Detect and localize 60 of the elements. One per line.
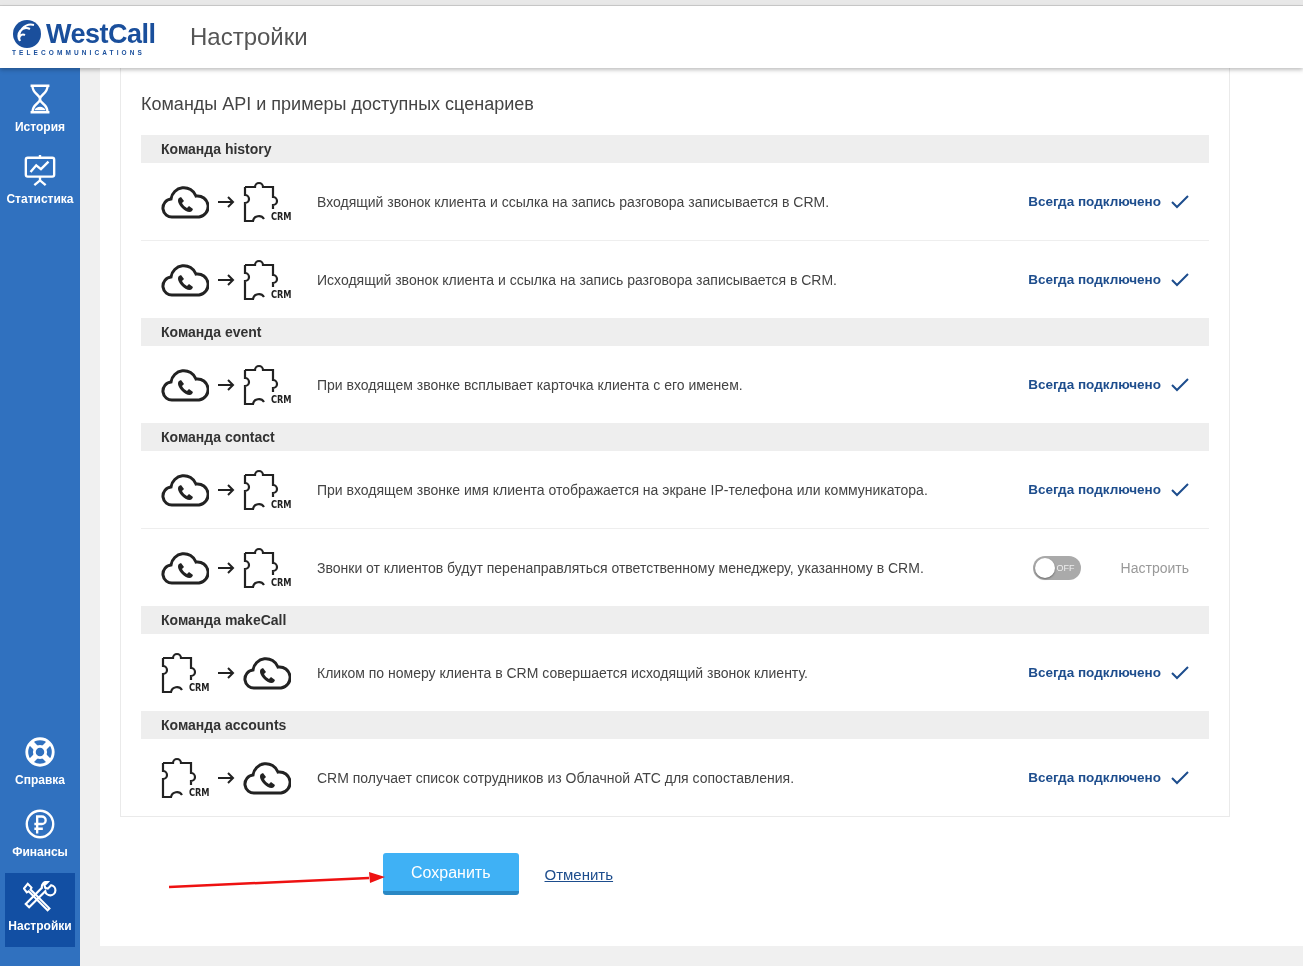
cloud-phone-icon [161, 183, 209, 220]
arrow-icon [217, 561, 235, 574]
cloud-phone-icon [243, 654, 291, 691]
sidebar-item[interactable]: Финансы [5, 801, 75, 867]
section-heading: Команда contact [141, 423, 1209, 451]
check-icon [1171, 272, 1189, 287]
crm-label: CRM [188, 680, 209, 694]
status-label: Всегда подключено [1028, 770, 1161, 785]
crm-label: CRM [270, 287, 291, 301]
card-title: Команды API и примеры доступных сценариев [141, 94, 535, 115]
arrow-icon [217, 378, 235, 391]
check-icon [1171, 482, 1189, 497]
check-icon [1171, 194, 1189, 209]
sidebar-item[interactable]: Статистика [5, 148, 75, 214]
status-label: Всегда подключено [1028, 665, 1161, 680]
arrow-icon [217, 195, 235, 208]
logo-icon [12, 18, 44, 49]
cloud-phone-icon [161, 261, 209, 298]
scenario-description: Входящий звонок клиента и ссылка на запись разговора записывается в CRM. [317, 193, 831, 210]
cloud-phone-icon [243, 759, 291, 796]
crm-label: CRM [270, 497, 291, 511]
scenario-description: При входящем звонке имя клиента отображается на экране IP-телефона или коммуникатора. [317, 481, 929, 498]
arrow-icon [217, 666, 235, 679]
check-icon [1171, 770, 1189, 785]
crm-label: CRM [270, 209, 291, 223]
section-heading: Команда accounts [141, 711, 1209, 739]
section-heading: Команда makeCall [141, 606, 1209, 634]
status-label: Всегда подключено [1028, 482, 1161, 497]
page-title: Настройки [190, 23, 308, 51]
cloud-phone-icon [161, 471, 209, 508]
status-label: Всегда подключено [1028, 272, 1161, 287]
scenario-description: CRM получает список сотрудников из Облачной АТС для сопоставления. [317, 769, 796, 786]
status-label: Всегда подключено [1028, 377, 1161, 392]
cloud-phone-icon [161, 366, 209, 403]
tools-icon [23, 881, 57, 915]
chart-board-icon [23, 154, 57, 188]
status-label: Всегда подключено [1028, 194, 1161, 209]
sidebar-item[interactable]: Настройки [5, 873, 75, 947]
scenario-description: Звонки от клиентов будут перенаправляться ответственному менеджеру, указанному в CRM. [317, 559, 925, 576]
section-heading: Команда event [141, 318, 1209, 346]
cancel-link[interactable]: Отменить [544, 865, 614, 883]
sidebar-item[interactable]: История [5, 76, 75, 142]
lifebuoy-icon [23, 735, 57, 769]
logo-name: WestCall [46, 19, 156, 48]
scenario-description: При входящем звонке всплывает карточка клиента с его именем. [317, 376, 744, 393]
cloud-phone-icon [161, 549, 209, 586]
check-icon [1171, 377, 1189, 392]
sidebar-item[interactable]: Справка [5, 729, 75, 795]
arrow-icon [217, 771, 235, 784]
arrow-icon [217, 273, 235, 286]
check-icon [1171, 665, 1189, 680]
section-heading: Команда history [141, 135, 1209, 163]
crm-label: CRM [188, 785, 209, 799]
configure-link[interactable]: Настроить [1120, 559, 1189, 576]
ruble-icon [23, 807, 57, 841]
scenario-description: Исходящий звонок клиента и ссылка на запись разговора записывается в CRM. [317, 271, 838, 288]
arrow-icon [217, 483, 235, 496]
scenario-description: Кликом по номеру клиента в CRM совершается исходящий звонок клиенту. [317, 664, 809, 681]
crm-label: CRM [270, 392, 291, 406]
crm-label: CRM [270, 575, 291, 589]
